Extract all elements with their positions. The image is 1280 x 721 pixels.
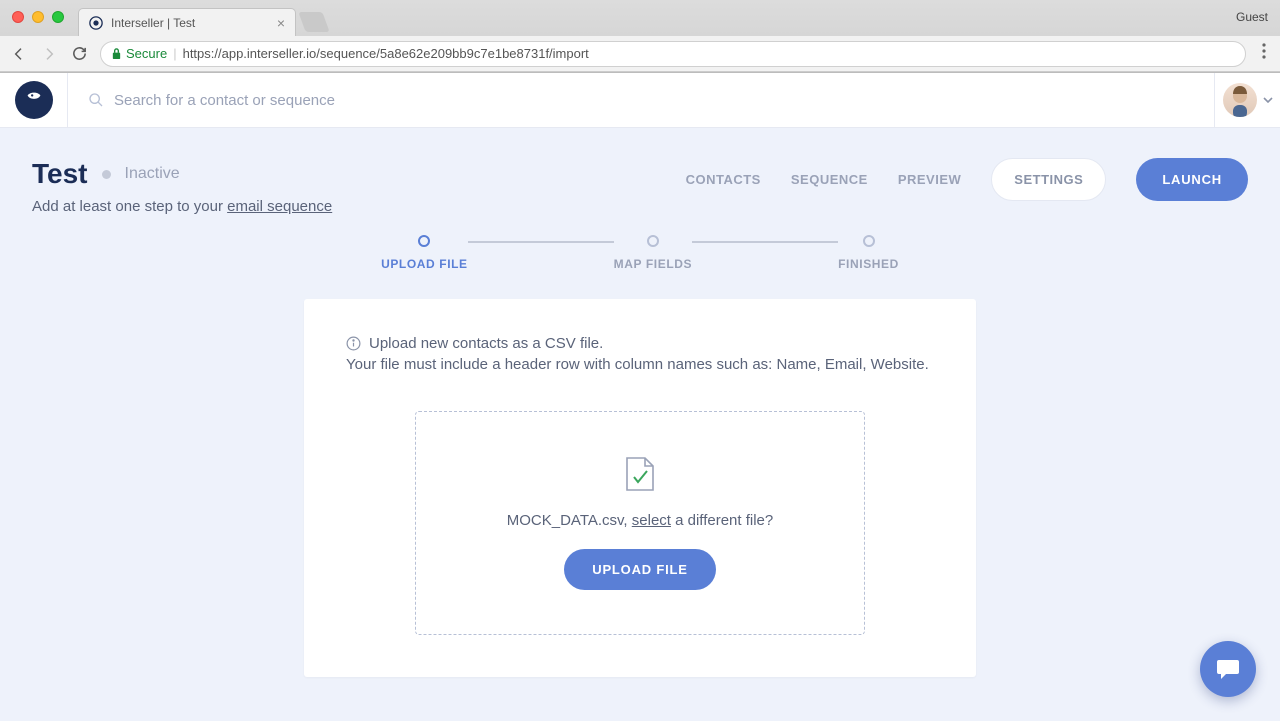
info-subtext: Your file must include a header row with… xyxy=(346,356,934,373)
step-connector xyxy=(468,241,614,243)
close-window-button[interactable] xyxy=(12,11,24,23)
lock-icon xyxy=(111,47,122,60)
search-wrap xyxy=(67,73,1214,127)
file-selected-text: MOCK_DATA.csv, select a different file? xyxy=(507,512,774,529)
browser-menu-button[interactable] xyxy=(1258,43,1270,64)
nav-contacts[interactable]: CONTACTS xyxy=(686,172,761,187)
search-icon xyxy=(88,92,104,108)
app-header xyxy=(0,73,1280,128)
step-circle-icon xyxy=(647,235,659,247)
sequence-subtext: Add at least one step to your email sequ… xyxy=(32,198,686,215)
info-row: Upload new contacts as a CSV file. xyxy=(346,335,934,352)
chevron-down-icon xyxy=(1263,94,1273,106)
select-file-link[interactable]: select xyxy=(632,512,671,529)
minimize-window-button[interactable] xyxy=(32,11,44,23)
nav-sequence[interactable]: SEQUENCE xyxy=(791,172,868,187)
upload-file-button[interactable]: UPLOAD FILE xyxy=(564,549,715,590)
chat-fab[interactable] xyxy=(1200,641,1256,697)
step-finished[interactable]: FINISHED xyxy=(838,235,899,271)
avatar xyxy=(1223,83,1257,117)
browser-chrome: Interseller | Test × Guest Secure | http… xyxy=(0,0,1280,73)
chat-icon xyxy=(1215,657,1241,681)
dropzone[interactable]: MOCK_DATA.csv, select a different file? … xyxy=(415,411,865,635)
launch-button[interactable]: LAUNCH xyxy=(1136,158,1248,201)
reload-button[interactable] xyxy=(70,45,88,62)
app-root: Test Inactive Add at least one step to y… xyxy=(0,73,1280,721)
sequence-title: Test xyxy=(32,158,88,190)
upload-card: Upload new contacts as a CSV file. Your … xyxy=(304,299,976,677)
step-circle-icon xyxy=(863,235,875,247)
window-controls xyxy=(12,11,64,23)
favicon-icon xyxy=(89,16,103,30)
sequence-info: Test Inactive Add at least one step to y… xyxy=(32,158,686,215)
new-tab-button[interactable] xyxy=(298,12,329,32)
step-label: UPLOAD FILE xyxy=(381,257,468,271)
status-dot-icon xyxy=(102,170,111,179)
step-map-fields[interactable]: MAP FIELDS xyxy=(614,235,692,271)
guest-label[interactable]: Guest xyxy=(1236,10,1268,24)
step-circle-icon xyxy=(418,235,430,247)
stepper: UPLOAD FILE MAP FIELDS FINISHED xyxy=(0,235,1280,271)
step-upload[interactable]: UPLOAD FILE xyxy=(381,235,468,271)
forward-button[interactable] xyxy=(40,46,58,62)
url-input[interactable]: Secure | https://app.interseller.io/sequ… xyxy=(100,41,1246,67)
step-connector xyxy=(692,241,838,243)
step-label: MAP FIELDS xyxy=(614,257,692,271)
browser-tab[interactable]: Interseller | Test × xyxy=(78,8,296,36)
info-icon xyxy=(346,336,361,351)
email-sequence-link[interactable]: email sequence xyxy=(227,198,332,215)
url-text: https://app.interseller.io/sequence/5a8e… xyxy=(183,46,589,61)
nav-preview[interactable]: PREVIEW xyxy=(898,172,961,187)
sequence-nav: CONTACTS SEQUENCE PREVIEW SETTINGS LAUNC… xyxy=(686,158,1248,201)
step-label: FINISHED xyxy=(838,257,899,271)
file-check-icon xyxy=(625,456,655,492)
close-tab-button[interactable]: × xyxy=(277,15,285,31)
info-text: Upload new contacts as a CSV file. xyxy=(369,335,603,352)
maximize-window-button[interactable] xyxy=(52,11,64,23)
status-text: Inactive xyxy=(125,165,180,183)
settings-button[interactable]: SETTINGS xyxy=(991,158,1106,201)
secure-badge: Secure xyxy=(111,46,167,61)
tab-title: Interseller | Test xyxy=(111,16,269,30)
app-logo[interactable] xyxy=(15,81,53,119)
search-input[interactable] xyxy=(114,92,514,109)
address-bar: Secure | https://app.interseller.io/sequ… xyxy=(0,36,1280,72)
tab-bar: Interseller | Test × Guest xyxy=(0,0,1280,36)
back-button[interactable] xyxy=(10,46,28,62)
secure-label: Secure xyxy=(126,46,167,61)
logo-wrap xyxy=(0,81,67,119)
page-header: Test Inactive Add at least one step to y… xyxy=(0,128,1280,225)
user-menu[interactable] xyxy=(1214,73,1280,127)
